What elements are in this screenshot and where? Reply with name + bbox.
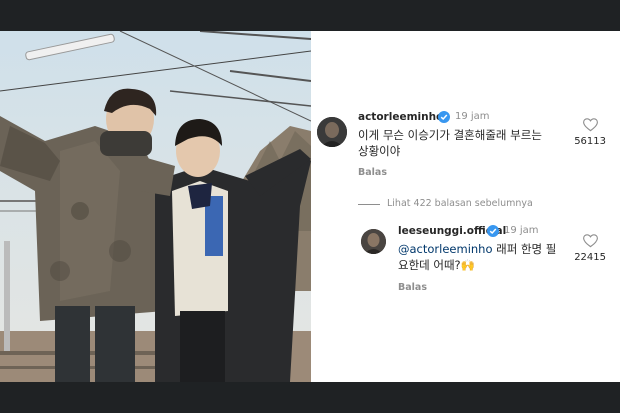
avatar-image [317,117,347,147]
post-photo[interactable] [0,31,311,382]
like-count: 56113 [574,136,606,147]
avatar-actorleeminho[interactable] [317,117,347,147]
reply-button[interactable]: Balas [358,167,387,178]
reply-text-rest: 래퍼 한명 필 [492,242,557,256]
instagram-post-panel: actorleeminho 19 jam 이게 무슨 이승기가 결혼해줄래 부르… [0,31,620,382]
like-count: 22415 [574,252,606,263]
reply-button[interactable]: Balas [398,282,427,293]
comment-text-line2: 상황이야 [358,144,401,158]
comments-column: actorleeminho 19 jam 이게 무슨 이승기가 결혼해줄래 부르… [311,31,620,382]
photo-two-men-illustration [0,31,311,382]
reply-time: 19 jam [504,225,539,236]
comment-time: 19 jam [455,111,490,122]
mention-link[interactable]: @actorleeminho [398,242,493,256]
comment-text-line1: 이게 무슨 이승기가 결혼해줄래 부르는 [358,128,542,142]
verified-badge-icon [438,111,450,123]
reply-text-line2: 요한데 어때?🙌 [398,258,475,272]
comment-username[interactable]: actorleeminho [358,111,443,123]
verified-badge-icon [487,225,499,237]
avatar-leeseunggi[interactable] [361,229,386,254]
heart-icon[interactable] [583,234,598,248]
view-replies-line [358,204,380,205]
heart-icon[interactable] [583,118,598,132]
view-previous-replies[interactable]: Lihat 422 balasan sebelumnya [387,198,533,209]
reply-text-line1: @actorleeminho 래퍼 한명 필 [398,241,556,257]
avatar-image [361,229,386,254]
screenshot-frame: actorleeminho 19 jam 이게 무슨 이승기가 결혼해줄래 부르… [0,0,620,413]
